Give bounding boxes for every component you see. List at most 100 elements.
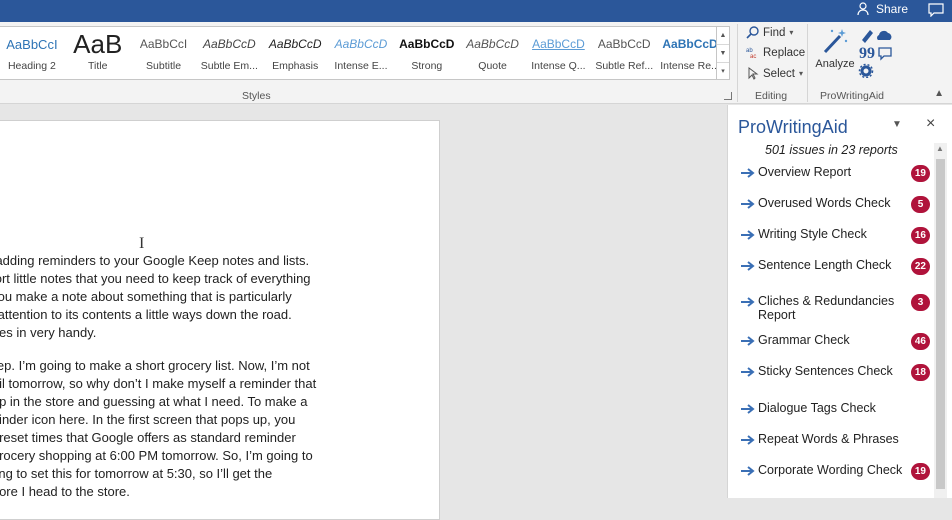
prowritingaid-pane: ProWritingAid ▼ × 501 issues in 23 repor…	[727, 105, 952, 498]
report-item[interactable]: Writing Style Check 16	[740, 227, 930, 244]
pane-title: ProWritingAid	[738, 117, 848, 137]
style-preview: AaBbCcD	[334, 37, 388, 51]
style-item[interactable]: AaBbCcD Quote	[460, 27, 526, 79]
svg-text:ac: ac	[750, 54, 756, 59]
text-line[interactable]: ut adding reminders to your Google Keep …	[0, 252, 441, 270]
share-button[interactable]: Share	[856, 2, 908, 16]
text-line[interactable]: omes in very handy.	[0, 324, 441, 342]
report-item[interactable]: Overused Words Check 5	[740, 196, 930, 213]
document-page[interactable]: I ut adding reminders to your Google Kee…	[0, 120, 440, 520]
report-item[interactable]: Cliches & Redundancies Report 3	[740, 294, 930, 322]
gallery-down-icon[interactable]: ▼	[717, 45, 729, 63]
arrow-right-icon	[741, 297, 755, 307]
style-label: Strong	[411, 60, 443, 72]
pane-options-dropdown-icon[interactable]: ▼	[892, 119, 902, 130]
report-item[interactable]: Sticky Sentences Check 18	[740, 364, 930, 381]
pen-icon[interactable]	[862, 30, 873, 43]
style-label: Emphasis	[272, 60, 319, 72]
text-line[interactable]: e grocery shopping at 6:00 PM tomorrow. …	[0, 447, 441, 465]
style-item[interactable]: AaBbCcD Subtle Em...	[196, 27, 262, 79]
search-icon	[746, 26, 759, 39]
gallery-up-icon[interactable]: ▲	[717, 27, 729, 45]
report-item[interactable]: Overview Report 19	[740, 165, 930, 182]
style-label: Intense Q...	[531, 60, 586, 72]
editing-group-label: Editing	[755, 90, 788, 102]
select-dropdown-icon[interactable]: ▾	[799, 69, 803, 78]
arrow-right-icon	[741, 199, 755, 209]
pane-scrollbar[interactable]: ▲	[934, 143, 947, 498]
text-line[interactable]: going to set this for tomorrow at 5:30, …	[0, 465, 441, 483]
paragraph-2[interactable]: Keep. I’m going to make a short grocery …	[0, 357, 441, 501]
style-item[interactable]: AaBbCcD Intense Re...	[657, 27, 723, 79]
text-line[interactable]: Keep. I’m going to make a short grocery …	[0, 357, 441, 375]
arrow-right-icon	[741, 168, 755, 178]
replace-icon: abac	[746, 48, 756, 59]
collapse-ribbon-icon[interactable]: ▲	[934, 88, 944, 99]
prowritingaid-tool-icons: 99	[858, 30, 892, 79]
text-line[interactable]: if you make a note about something that …	[0, 288, 441, 306]
report-item[interactable]: Repeat Words & Phrases	[740, 432, 930, 446]
style-label: Title	[87, 60, 108, 72]
styles-dialog-launcher-icon[interactable]	[724, 92, 732, 100]
select-label: Select	[763, 67, 795, 80]
select-button[interactable]: Select ▾	[746, 67, 803, 80]
issue-count-badge: 22	[910, 258, 930, 275]
replace-button[interactable]: ab ac Replace	[746, 46, 805, 60]
arrow-right-icon	[741, 367, 755, 377]
arrow-right-icon	[741, 466, 755, 476]
text-line[interactable]: g up in the store and guessing at what I…	[0, 393, 441, 411]
style-preview: AaBbCcD	[466, 37, 519, 51]
paragraph-1[interactable]: ut adding reminders to your Google Keep …	[0, 252, 441, 342]
quote-icon[interactable]: 99	[859, 45, 875, 62]
close-icon[interactable]: ×	[926, 115, 935, 133]
text-line[interactable]: eminder icon here. In the first screen t…	[0, 411, 441, 429]
text-line[interactable]: short little notes that you need to keep…	[0, 270, 441, 288]
report-item[interactable]: Grammar Check 46	[740, 333, 930, 350]
style-preview: AaBbCcI	[139, 37, 188, 51]
report-item[interactable]: Corporate Wording Check 19	[740, 463, 930, 480]
text-line[interactable]: before I head to the store.	[0, 483, 441, 501]
style-item[interactable]: AaBbCcD Intense E...	[328, 27, 394, 79]
svg-text:99: 99	[859, 45, 875, 62]
style-item[interactable]: AaBbCcD Intense Q...	[526, 27, 592, 79]
arrow-right-icon	[741, 230, 755, 240]
issue-count-badge: 46	[910, 333, 930, 350]
gear-icon[interactable]	[858, 63, 874, 79]
report-label: Writing Style Check	[758, 227, 867, 241]
analyze-button[interactable]: Analyze	[815, 26, 855, 70]
issue-count-badge: 16	[910, 227, 930, 244]
text-line[interactable]: all attention to its contents a little w…	[0, 306, 441, 324]
style-preview: AaB	[73, 28, 123, 59]
document-area[interactable]: I ut adding reminders to your Google Kee…	[0, 105, 727, 520]
style-label: Intense E...	[334, 60, 388, 72]
gallery-more-icon[interactable]: ▾	[717, 63, 729, 80]
style-item[interactable]: AaBbCcD Subtle Ref...	[591, 27, 657, 79]
style-item[interactable]: AaBbCcD Emphasis	[262, 27, 328, 79]
comment-icon[interactable]	[928, 3, 944, 17]
prowritingaid-tools: 99	[856, 26, 896, 83]
find-button[interactable]: Find ▾	[746, 26, 793, 39]
report-item[interactable]: Dialogue Tags Check	[740, 401, 930, 415]
styles-gallery-scroll[interactable]: ▲ ▼ ▾	[716, 26, 730, 80]
title-bar: Share	[0, 0, 952, 22]
find-dropdown-icon[interactable]: ▾	[789, 28, 793, 37]
style-preview: AaBbCcI	[6, 36, 58, 52]
report-item[interactable]: Sentence Length Check 22	[740, 258, 930, 275]
report-label: Overused Words Check	[758, 196, 891, 210]
arrow-right-icon	[741, 435, 755, 445]
style-item[interactable]: AaBbCcI Heading 2	[0, 27, 65, 79]
issue-count-badge: 3	[911, 294, 930, 311]
text-line[interactable]: until tomorrow, so why don’t I make myse…	[0, 375, 441, 393]
speech-bubble-icon[interactable]	[878, 47, 892, 61]
style-item[interactable]: AaB Title	[65, 27, 131, 79]
style-label: Quote	[478, 60, 507, 72]
report-label: Dialogue Tags Check	[758, 401, 876, 415]
share-person-icon	[857, 2, 869, 16]
cloud-icon[interactable]	[877, 30, 892, 40]
text-line[interactable]: e preset times that Google offers as sta…	[0, 429, 441, 447]
scroll-up-icon[interactable]: ▲	[936, 144, 944, 153]
style-item[interactable]: AaBbCcD Strong	[394, 27, 460, 79]
style-label: Intense Re...	[660, 60, 720, 72]
style-item[interactable]: AaBbCcI Subtitle	[131, 27, 197, 79]
scrollbar-thumb[interactable]	[936, 159, 945, 489]
